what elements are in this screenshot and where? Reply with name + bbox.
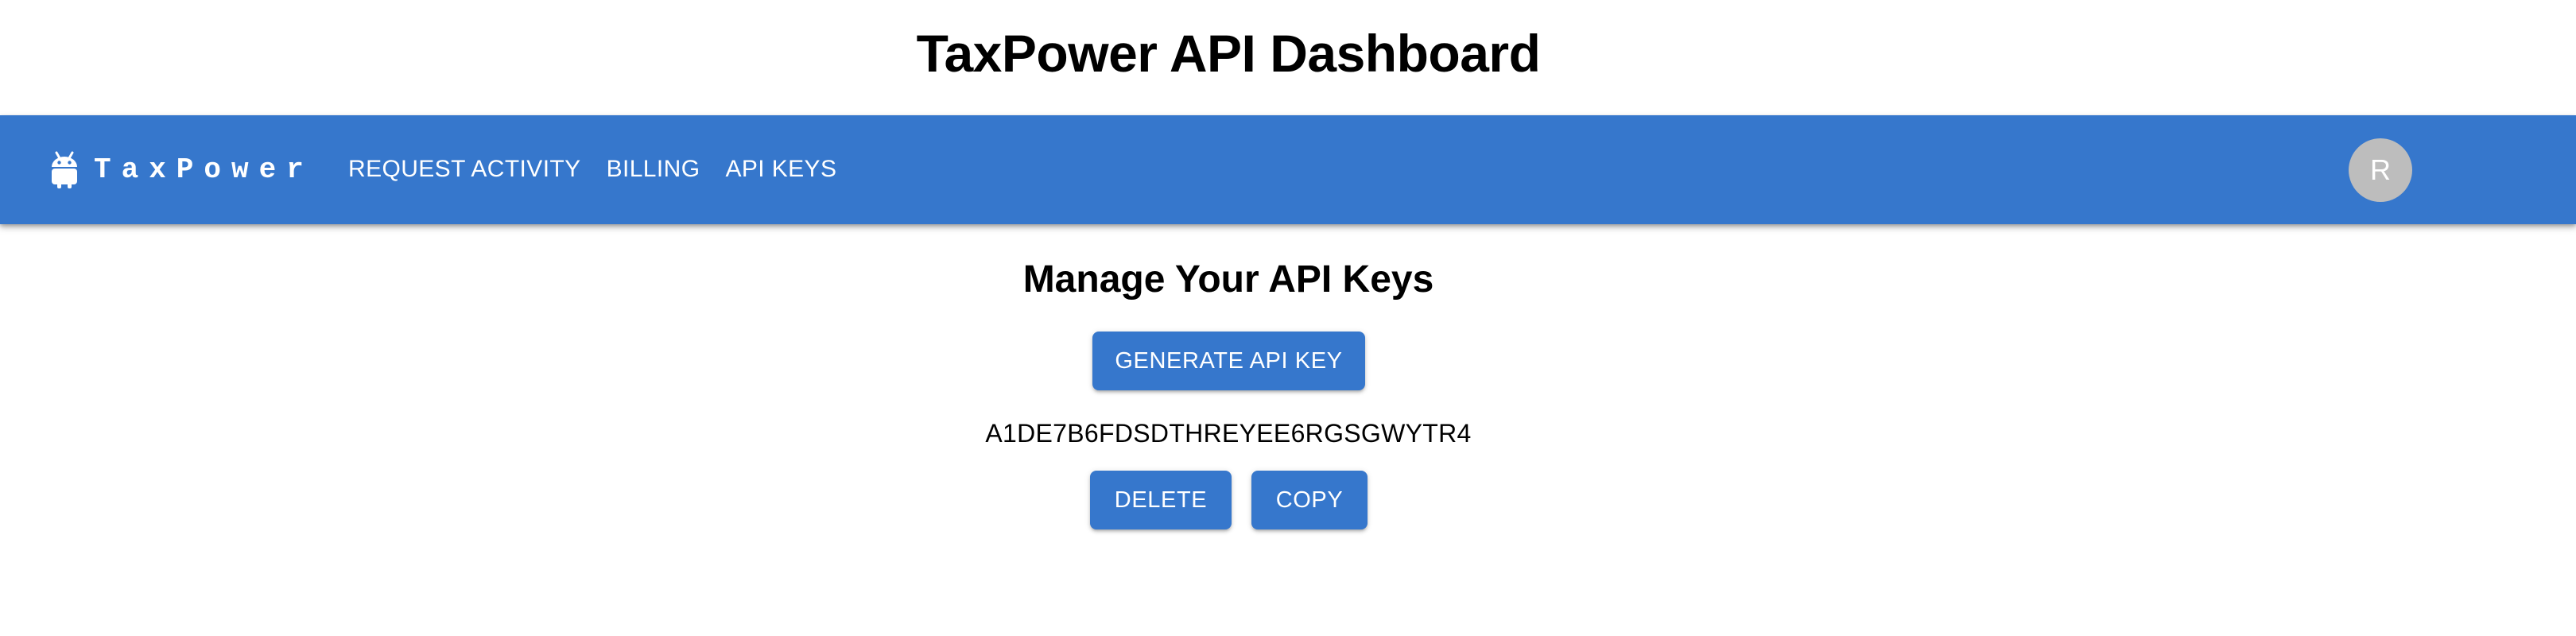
brand-name: TaxPower xyxy=(94,153,314,186)
nav-item-billing[interactable]: BILLING xyxy=(607,149,700,189)
nav-item-api-keys[interactable]: API KEYS xyxy=(725,149,836,189)
user-avatar[interactable]: R xyxy=(2349,138,2412,202)
android-icon xyxy=(52,151,77,188)
delete-button[interactable]: DELETE xyxy=(1090,471,1232,529)
app-bar: TaxPower REQUEST ACTIVITY BILLING API KE… xyxy=(0,115,2576,224)
generate-api-key-button[interactable]: GENERATE API KEY xyxy=(1092,332,1365,390)
section-title: Manage Your API Keys xyxy=(1022,258,1434,301)
nav-item-request-activity[interactable]: REQUEST ACTIVITY xyxy=(348,149,581,189)
page-title: TaxPower API Dashboard xyxy=(916,24,1541,83)
brand-logo-link[interactable]: TaxPower xyxy=(49,150,314,190)
copy-button[interactable]: COPY xyxy=(1251,471,1368,529)
main-nav: REQUEST ACTIVITY BILLING API KEYS xyxy=(348,149,862,189)
api-key-value: A1DE7B6FDSDTHREYEE6RGSGWYTR4 xyxy=(985,419,1472,448)
